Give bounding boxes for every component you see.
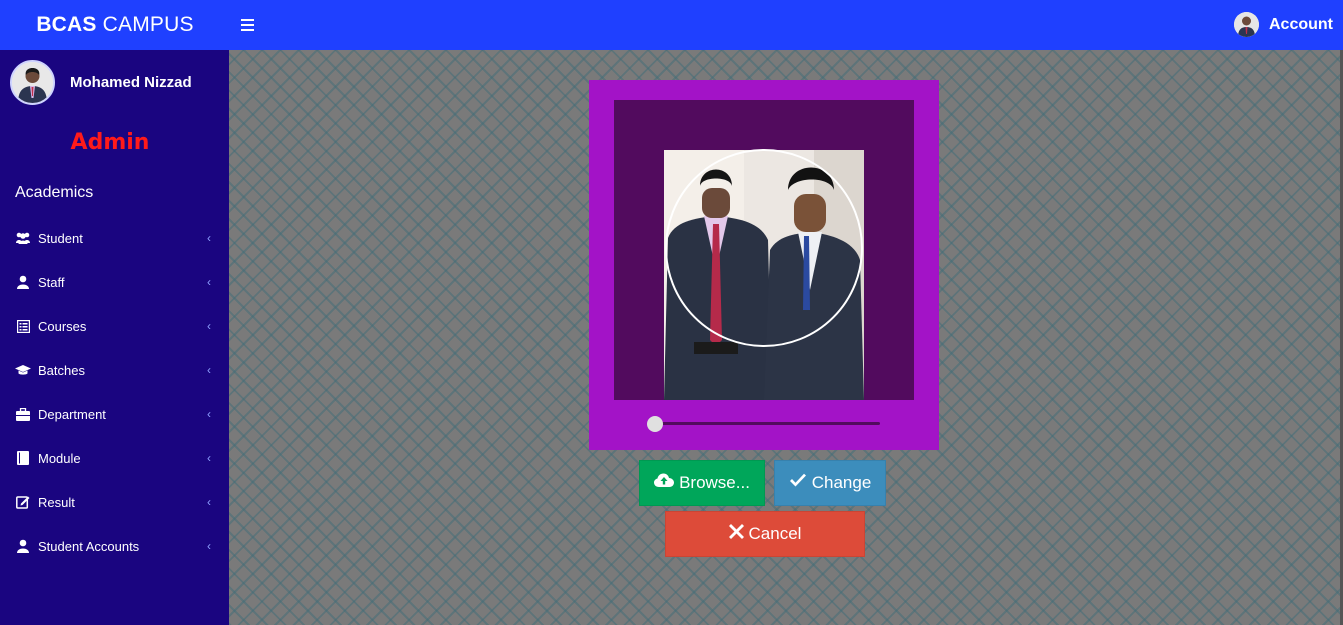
sidebar-item-student[interactable]: Student ‹: [0, 216, 229, 260]
crop-canvas[interactable]: [614, 100, 914, 400]
account-label: Account: [1269, 15, 1333, 33]
sidebar-item-label: Result: [38, 494, 75, 510]
change-label: Change: [811, 473, 872, 492]
user-panel: Mohamed Nizzad: [10, 60, 192, 105]
user-avatar: [10, 60, 55, 105]
browse-label: Browse...: [679, 473, 750, 492]
chevron-left-icon: ‹: [207, 407, 211, 421]
user-role: Admin: [70, 130, 150, 155]
list-icon: [15, 318, 31, 334]
user-icon: [15, 274, 31, 290]
user-icon: [15, 538, 31, 554]
brand-bold: BCAS: [36, 13, 97, 36]
image-cropper: [589, 80, 939, 450]
chevron-left-icon: ‹: [207, 319, 211, 333]
crop-circle-selector[interactable]: [665, 149, 863, 347]
chevron-left-icon: ‹: [207, 275, 211, 289]
sidebar-item-label: Staff: [38, 274, 65, 290]
chevron-left-icon: ‹: [207, 495, 211, 509]
sidebar-item-label: Student: [38, 230, 83, 246]
sidebar-nav: Student ‹ Staff ‹ Courses ‹ Batches ‹ De…: [0, 216, 229, 568]
account-menu[interactable]: Account: [1234, 12, 1333, 37]
sidebar-item-student-accounts[interactable]: Student Accounts ‹: [0, 524, 229, 568]
zoom-slider-handle[interactable]: [647, 416, 663, 432]
cancel-button[interactable]: Cancel: [665, 511, 865, 557]
hamburger-menu-icon[interactable]: [241, 14, 261, 36]
sidebar-item-courses[interactable]: Courses ‹: [0, 304, 229, 348]
sidebar-item-result[interactable]: Result ‹: [0, 480, 229, 524]
change-button[interactable]: Change: [774, 460, 886, 506]
briefcase-icon: [15, 406, 31, 422]
chevron-left-icon: ‹: [207, 451, 211, 465]
sidebar-item-department[interactable]: Department ‹: [0, 392, 229, 436]
sidebar: Mohamed Nizzad Admin Academics Student ‹…: [0, 50, 229, 625]
close-icon: [728, 524, 744, 544]
user-name: Mohamed Nizzad: [70, 74, 192, 91]
chevron-left-icon: ‹: [207, 231, 211, 245]
book-icon: [15, 450, 31, 466]
sidebar-item-label: Department: [38, 406, 106, 422]
sidebar-item-module[interactable]: Module ‹: [0, 436, 229, 480]
chevron-left-icon: ‹: [207, 363, 211, 377]
check-icon: [789, 473, 807, 493]
sidebar-item-label: Batches: [38, 362, 85, 378]
main-content: Browse... Change Cancel: [229, 50, 1343, 625]
zoom-slider-track[interactable]: [655, 422, 880, 425]
edit-icon: [15, 494, 31, 510]
sidebar-section-title: Academics: [15, 184, 94, 201]
chevron-left-icon: ‹: [207, 539, 211, 553]
brand-rest: CAMPUS: [102, 13, 194, 36]
sidebar-item-label: Module: [38, 450, 81, 466]
account-avatar: [1234, 12, 1259, 37]
top-navbar: BCAS CAMPUS Account: [0, 0, 1343, 50]
browse-button[interactable]: Browse...: [639, 460, 765, 506]
graduation-cap-icon: [15, 362, 31, 378]
sidebar-item-label: Student Accounts: [38, 538, 140, 554]
users-icon: [15, 230, 31, 246]
sidebar-item-batches[interactable]: Batches ‹: [0, 348, 229, 392]
sidebar-item-label: Courses: [38, 318, 87, 334]
sidebar-item-staff[interactable]: Staff ‹: [0, 260, 229, 304]
cloud-upload-icon: [654, 473, 675, 493]
brand-logo[interactable]: BCAS CAMPUS: [0, 0, 230, 50]
cancel-label: Cancel: [748, 524, 802, 543]
